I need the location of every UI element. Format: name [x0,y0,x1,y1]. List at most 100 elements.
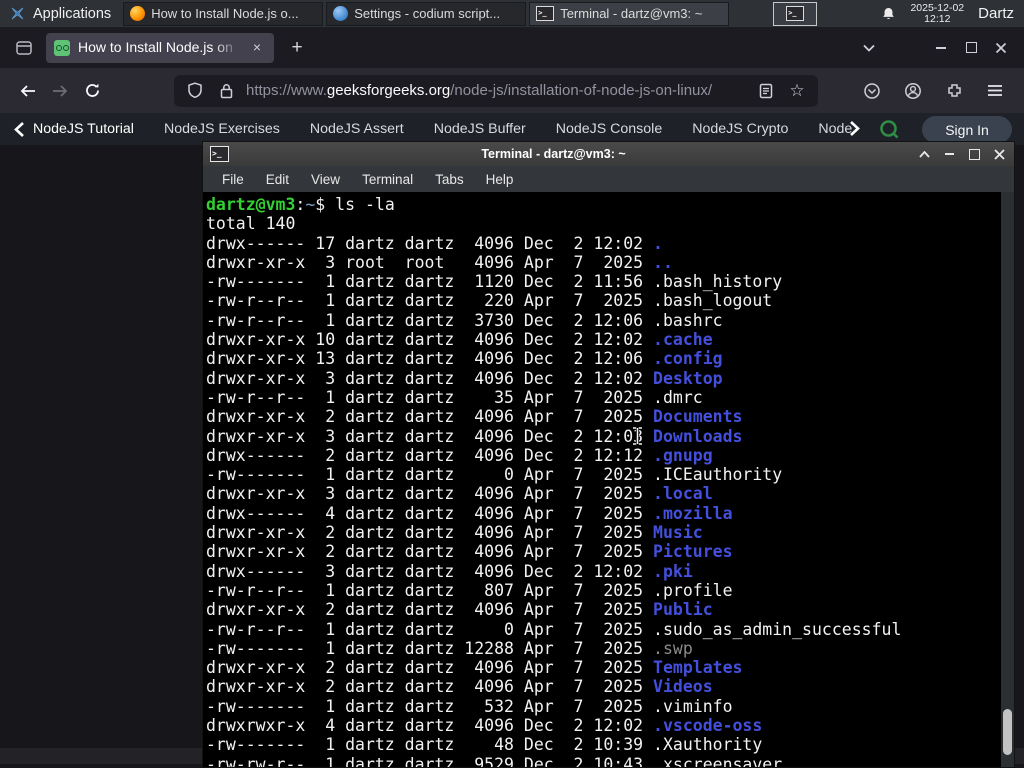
terminal-line: -rw------- 1 dartz dartz 12288 Apr 7 202… [206,638,693,658]
reload-button[interactable] [76,75,108,107]
terminal-close-button[interactable] [991,146,1007,162]
site-nav-item[interactable]: NodeJS Crypto [692,121,788,137]
terminal-shade-button[interactable] [916,146,932,162]
url-domain: geeksforgeeks.org [326,82,451,99]
forward-button[interactable] [44,75,76,107]
panel-clock[interactable]: 2025-12-02 12:12 [910,2,964,25]
back-button[interactable] [12,75,44,107]
terminal-line: drwxr-xr-x 2 dartz dartz 4096 Apr 7 2025… [206,600,713,620]
shield-icon[interactable] [184,80,206,102]
nav-scroll-left-icon[interactable] [14,121,25,138]
taskbar-button-codium[interactable]: Settings - codium script... [326,1,527,26]
tab-bar: How to Install Node.js on × + [0,27,1024,68]
url-scheme: https://www. [246,82,327,99]
lock-icon[interactable] [215,80,237,102]
terminal-line: -rw------- 1 dartz dartz 0 Apr 7 2025 .I… [206,465,783,485]
site-nav-item[interactable]: NodeJS DNS [818,121,852,137]
terminal-menu-file[interactable]: File [211,172,255,187]
workspace-pager[interactable]: >_ [773,1,818,26]
terminal-line: drwxr-xr-x 2 dartz dartz 4096 Apr 7 2025… [206,677,713,697]
terminal-mini-icon: >_ [786,6,805,21]
terminal-title: Terminal - dartz@vm3: ~ [481,147,626,161]
new-tab-button[interactable]: + [284,35,310,61]
url-text[interactable]: https://www.geeksforgeeks.org/node-js/in… [246,82,746,99]
browser-tab-active[interactable]: How to Install Node.js on × [46,32,274,63]
terminal-line: drwx------ 2 dartz dartz 4096 Dec 2 12:1… [206,445,713,465]
terminal-line: drwxrwxr-x 4 dartz dartz 4096 Dec 2 12:0… [206,716,763,736]
terminal-line: -rw------- 1 dartz dartz 532 Apr 7 2025 … [206,696,733,716]
terminal-line: -rw-r--r-- 1 dartz dartz 3730 Dec 2 12:0… [206,310,723,330]
terminal-line: -rw-r--r-- 1 dartz dartz 35 Apr 7 2025 .… [206,387,703,407]
account-icon[interactable] [900,78,926,104]
window-minimize-button[interactable] [926,35,956,61]
taskbar-button-title: Terminal - dartz@vm3: ~ [560,6,703,21]
site-nav-item-label: NodeJS Tutorial [33,121,134,137]
nav-scroll-right-icon[interactable] [849,120,860,137]
menu-hamburger-icon[interactable] [982,78,1008,104]
taskbar-button-title: Settings - codium script... [354,6,501,21]
site-nav-item[interactable]: NodeJS Exercises [164,121,280,137]
terminal-line: -rw-r--r-- 1 dartz dartz 0 Apr 7 2025 .s… [206,619,902,639]
terminal-line: drwx------ 3 dartz dartz 4096 Dec 2 12:0… [206,561,693,581]
terminal-scrollbar[interactable] [1001,192,1014,767]
mouse-cursor-ibeam [632,427,643,445]
terminal-line: -rw-r--r-- 1 dartz dartz 807 Apr 7 2025 … [206,580,733,600]
browser-toolbar: https://www.geeksforgeeks.org/node-js/in… [0,68,1024,113]
terminal-line: drwxr-xr-x 3 dartz dartz 4096 Dec 2 12:0… [206,426,743,446]
taskbar-button-terminal[interactable]: >_ Terminal - dartz@vm3: ~ [529,1,730,26]
sign-in-button[interactable]: Sign In [922,116,1012,143]
terminal-line: drwxr-xr-x 2 dartz dartz 4096 Apr 7 2025… [206,542,733,562]
terminal-menu-terminal[interactable]: Terminal [351,172,424,187]
terminal-body[interactable]: dartz@vm3:~$ ls -la total 140 drwx------ 1… [203,192,1014,767]
terminal-line: total 140 [206,214,296,234]
site-nav-item[interactable]: NodeJS Assert [310,121,404,137]
terminal-line: dartz@vm3:~$ ls -la [206,195,395,214]
site-nav-item[interactable]: NodeJS Buffer [434,121,526,137]
terminal-scrollbar-thumb[interactable] [1003,709,1012,755]
terminal-titlebar[interactable]: >_ Terminal - dartz@vm3: ~ [203,142,1014,166]
terminal-line: drwxr-xr-x 3 dartz dartz 4096 Apr 7 2025… [206,484,713,504]
terminal-menu-tabs[interactable]: Tabs [424,172,475,187]
terminal-menu-edit[interactable]: Edit [255,172,300,187]
terminal-maximize-button[interactable] [966,146,982,162]
terminal-line: drwxr-xr-x 2 dartz dartz 4096 Apr 7 2025… [206,523,703,543]
terminal-menubar: File Edit View Terminal Tabs Help [203,166,1014,192]
terminal-line: -rw-r--r-- 1 dartz dartz 220 Apr 7 2025 … [206,291,773,311]
terminal-line: -rw------- 1 dartz dartz 48 Dec 2 10:39 … [206,735,763,755]
applications-label: Applications [33,5,112,22]
reader-mode-icon[interactable] [755,80,777,102]
top-panel: Applications How to Install Node.js o...… [0,0,1024,28]
terminal-line: -rw-rw-r-- 1 dartz dartz 9529 Dec 2 10:4… [206,754,783,767]
site-nav-item[interactable]: NodeJS Console [556,121,662,137]
terminal-line: drwxr-xr-x 2 dartz dartz 4096 Apr 7 2025… [206,407,743,427]
url-path: /node-js/installation-of-node-js-on-linu… [450,82,713,99]
search-icon[interactable] [878,118,901,141]
terminal-line: drwxr-xr-x 3 dartz dartz 4096 Dec 2 12:0… [206,368,723,388]
window-restore-button[interactable] [956,35,986,61]
firefox-view-button[interactable] [10,34,38,62]
terminal-line: drwx------ 4 dartz dartz 4096 Apr 7 2025… [206,503,733,523]
terminal-menu-view[interactable]: View [300,172,351,187]
terminal-line: drwxr-xr-x 10 dartz dartz 4096 Dec 2 12:… [206,330,713,350]
url-bar[interactable]: https://www.geeksforgeeks.org/node-js/in… [174,74,818,107]
site-nav-item[interactable]: NodeJS Tutorial [14,121,134,138]
applications-menu-button[interactable]: Applications [0,0,120,27]
panel-user-label[interactable]: Dartz [978,5,1014,22]
clock-time: 12:12 [924,12,951,25]
pocket-icon[interactable] [859,78,885,104]
firefox-icon [130,6,146,21]
terminal-line: -rw------- 1 dartz dartz 1120 Dec 2 11:5… [206,272,783,292]
terminal-icon: >_ [536,6,555,21]
bookmark-star-icon[interactable]: ☆ [786,80,808,102]
window-close-button[interactable] [986,35,1016,61]
list-all-tabs-chevron-icon[interactable] [854,35,884,61]
terminal-line: drwx------ 17 dartz dartz 4096 Dec 2 12:… [206,233,663,253]
tab-close-icon[interactable]: × [248,39,266,57]
notification-bell-icon[interactable] [881,6,896,22]
terminal-line: drwxr-xr-x 13 dartz dartz 4096 Dec 2 12:… [206,349,723,369]
extensions-icon[interactable] [941,78,967,104]
terminal-line: drwxr-xr-x 3 root root 4096 Apr 7 2025 .… [206,252,673,272]
terminal-minimize-button[interactable] [941,146,957,162]
terminal-menu-help[interactable]: Help [475,172,525,187]
taskbar-button-firefox[interactable]: How to Install Node.js o... [123,1,324,26]
